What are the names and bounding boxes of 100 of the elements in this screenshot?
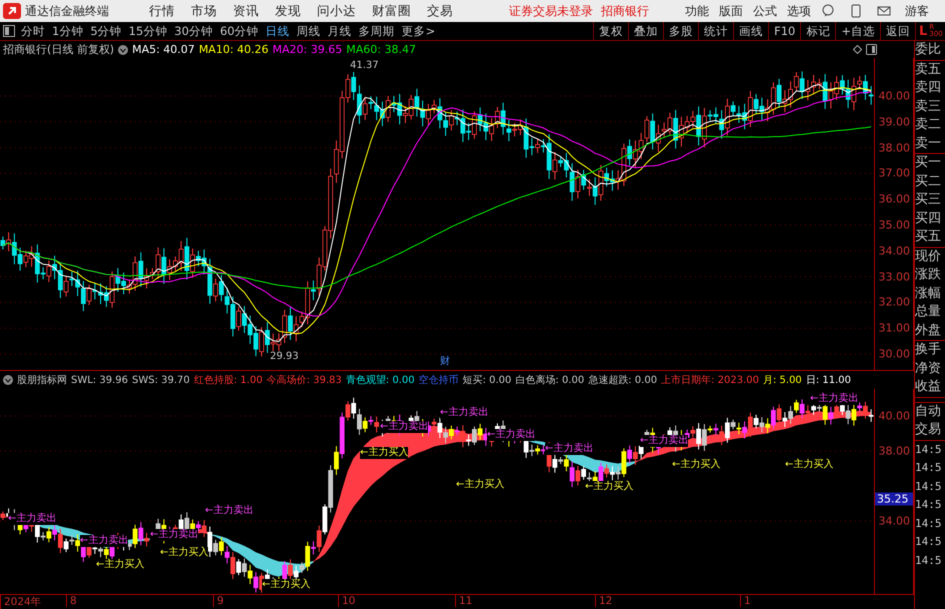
period-tab[interactable]: 日线 xyxy=(266,24,290,38)
signal-label: ←主力买入 xyxy=(585,481,634,493)
indicator-value: 红色持股: 1.00 xyxy=(194,374,263,387)
phone-icon[interactable] xyxy=(849,4,863,18)
quote-label: 收益 xyxy=(915,378,942,396)
period-tab[interactable]: 60分钟 xyxy=(220,24,259,38)
period-tab[interactable]: 15分钟 xyxy=(128,24,168,38)
dropdown-icon[interactable] xyxy=(118,44,128,54)
signal-label: ←主力卖出 xyxy=(205,505,254,517)
quote-label: 买一 xyxy=(915,153,945,172)
axis-tick-label: 37.00 xyxy=(878,166,910,180)
indicator-value: 上市日期年: 2023.00 xyxy=(661,374,759,387)
quote-label: 买四 xyxy=(915,210,942,228)
status-text[interactable]: 招商银行 xyxy=(601,2,649,20)
diamond-icon[interactable] xyxy=(853,45,862,54)
quote-label: 卖三 xyxy=(915,98,942,116)
date-axis-label: 8 xyxy=(66,595,77,607)
signal-label: ←主力卖出 xyxy=(440,407,488,419)
period-tab[interactable]: 1分钟 xyxy=(52,24,84,38)
trade-time: 14:5 xyxy=(915,534,943,550)
panel-tab[interactable]: 自动 xyxy=(915,402,945,421)
menu-item[interactable]: 财富圈 xyxy=(372,2,411,20)
quote-label: 涨幅 xyxy=(915,284,942,302)
date-axis-label: 11 xyxy=(455,595,472,607)
quote-label: 卖二 xyxy=(915,116,942,134)
trade-time: 14:5 xyxy=(915,497,943,513)
dropdown-icon[interactable] xyxy=(3,375,13,385)
axis-tick-label: 30.00 xyxy=(878,348,910,360)
period-tab[interactable]: 5分钟 xyxy=(90,24,122,38)
menu-item[interactable]: 功能 xyxy=(685,2,709,20)
period-tab[interactable]: 30分钟 xyxy=(174,24,213,38)
date-axis-label: 2024年 xyxy=(0,595,42,609)
ma-legend: MA10: 40.26 xyxy=(198,43,269,56)
high-price-label: 41.37 xyxy=(350,60,379,72)
menu-item[interactable]: 资讯 xyxy=(233,2,259,20)
period-tab[interactable]: 月线 xyxy=(328,24,352,38)
axis-tick-label: 34.00 xyxy=(878,244,910,258)
date-axis-label: 9 xyxy=(213,595,224,607)
period-tab[interactable]: 多周期 xyxy=(358,24,395,38)
menu-item[interactable]: 公式 xyxy=(753,2,777,20)
indicator-value: 今高场价: 39.83 xyxy=(266,374,342,387)
trade-time: 14:5 xyxy=(915,552,943,568)
indicator-value: 月: 5.00 xyxy=(762,374,802,387)
date-axis-label: 10 xyxy=(338,595,356,607)
quote-label: 买五 xyxy=(915,228,942,246)
indicator-value: 空仓持币 xyxy=(418,374,459,387)
ma-legend: MA60: 38.47 xyxy=(346,43,416,56)
menu-item[interactable]: 市场 xyxy=(191,2,217,20)
signal-label: ←主力卖出 xyxy=(640,435,688,447)
period-tab[interactable]: 周线 xyxy=(296,24,321,38)
axis-tick-label: 34.00 xyxy=(878,514,910,528)
menu-item[interactable]: 交易 xyxy=(427,2,453,20)
signal-label: ←主力卖出 xyxy=(545,443,594,455)
axis-tick-label: 40.00 xyxy=(878,90,910,102)
ma-legend: MA20: 39.65 xyxy=(272,43,342,56)
quote-label: 卖五 xyxy=(915,60,945,79)
event-marker[interactable]: 财 xyxy=(440,356,450,368)
menu-item[interactable]: 选项 xyxy=(787,2,811,20)
menu-item[interactable]: 版面 xyxy=(719,2,743,20)
signal-label: ←主力卖出 xyxy=(80,535,128,547)
quote-label: 涨跌 xyxy=(915,266,942,284)
signal-label: ←主力卖出 xyxy=(150,529,198,541)
axis-tick-label: 32.00 xyxy=(878,296,910,309)
quote-label: 卖一 xyxy=(915,134,942,152)
stock-title: 招商银行(日线 前复权) xyxy=(3,42,114,57)
quote-label: 净资 xyxy=(915,360,942,378)
status-text[interactable]: 证券交易未登录 xyxy=(509,2,593,20)
axis-tick-label: 39.00 xyxy=(878,115,910,128)
menu-item[interactable]: 行情 xyxy=(149,2,175,20)
axis-tick-label: 36.00 xyxy=(878,192,910,206)
app-title: 通达信金融终端 xyxy=(25,2,109,20)
signal-label: ←主力买入 xyxy=(785,459,834,471)
panel-toggle-icon[interactable] xyxy=(3,25,15,37)
mail-icon[interactable] xyxy=(877,4,891,18)
period-tab[interactable]: 更多> xyxy=(402,24,436,38)
quote-label: 委比 xyxy=(915,41,942,59)
indicator-value: 白色离场: 0.00 xyxy=(515,374,584,387)
quote-label: 买二 xyxy=(915,172,942,190)
signal-label: ←主力买入 xyxy=(360,447,408,459)
panel-toggle-icon[interactable] xyxy=(866,44,877,55)
quote-label: 外盘 xyxy=(915,322,942,340)
quote-label: 换手 xyxy=(915,340,945,360)
quote-label: 现价 xyxy=(915,246,945,266)
signal-label: ←主力卖出 xyxy=(810,393,858,405)
period-tab[interactable]: 分时 xyxy=(21,24,45,38)
axis-tick-label: 33.00 xyxy=(878,270,910,284)
signal-label: ←主力买入 xyxy=(262,579,310,591)
user-label[interactable]: 游客 xyxy=(905,2,929,20)
date-axis-label: 12 xyxy=(595,595,612,607)
signal-label: ←主力买入 xyxy=(160,547,208,559)
current-price-label: 35.25 xyxy=(875,492,914,506)
menu-item[interactable]: 问小达 xyxy=(317,2,356,20)
menu-item[interactable]: 发现 xyxy=(275,2,301,20)
indicator-value: 急速超跌: 0.00 xyxy=(588,374,658,387)
indicator-value: SWL: 39.96 xyxy=(71,374,128,386)
axis-tick-label: 38.00 xyxy=(878,444,910,458)
signal-label: ←主力买入 xyxy=(96,559,144,571)
chat-icon[interactable] xyxy=(821,4,835,18)
panel-tab[interactable]: 交易 xyxy=(915,421,945,440)
indicator-value: 青色观望: 0.00 xyxy=(346,374,415,387)
